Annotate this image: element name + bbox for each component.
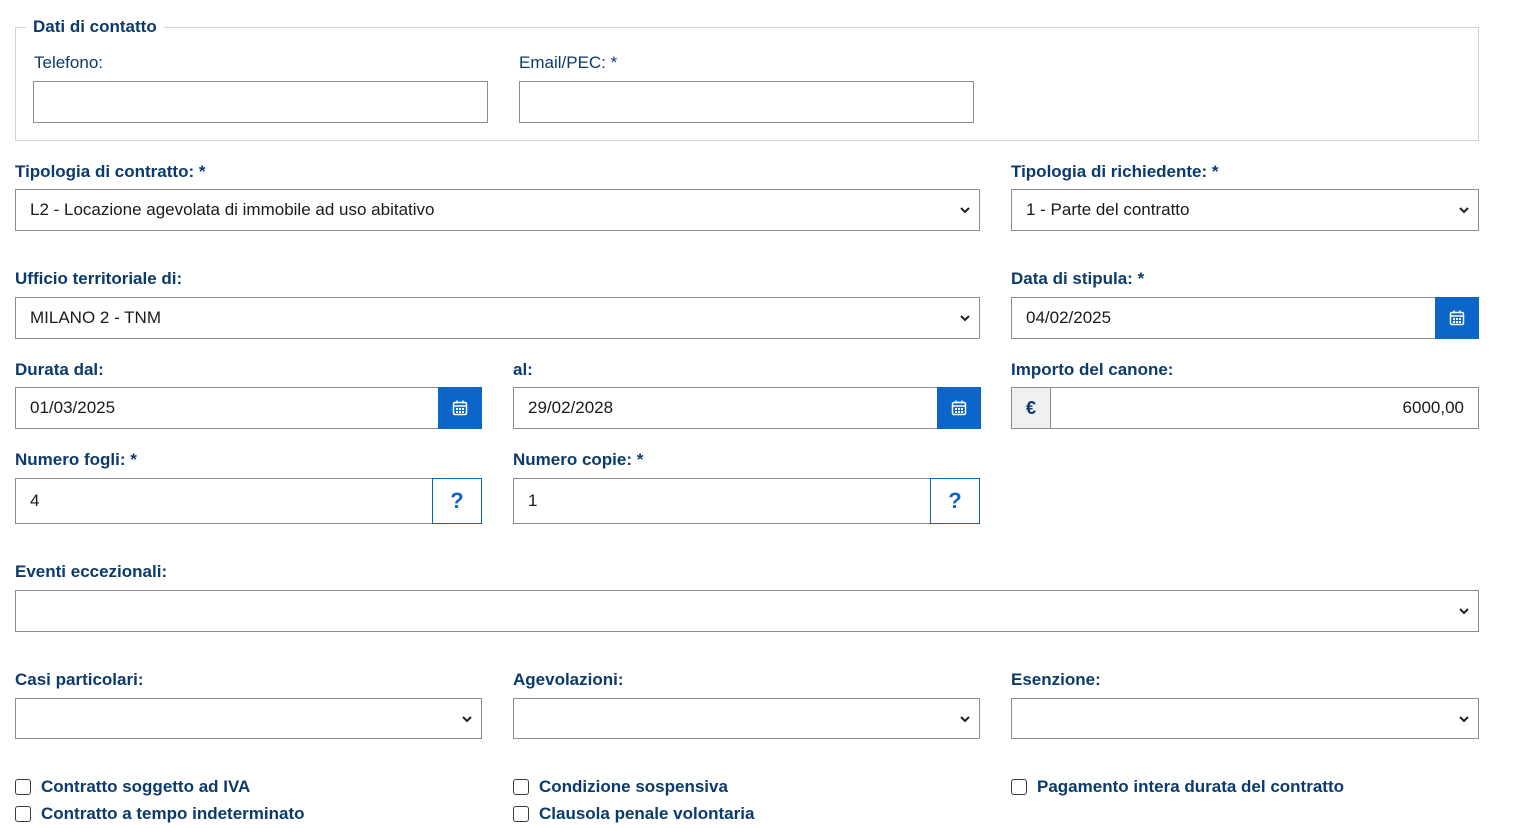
indeterminato-checkbox[interactable] bbox=[15, 806, 31, 822]
chevron-down-icon bbox=[462, 715, 472, 722]
esenzione-label: Esenzione: bbox=[1011, 670, 1101, 689]
durata-dal-label: Durata dal: bbox=[15, 360, 104, 379]
chevron-down-icon bbox=[1459, 608, 1469, 615]
casi-select[interactable] bbox=[15, 698, 482, 739]
iva-checkbox[interactable] bbox=[15, 779, 31, 795]
tipologia-richiedente-select[interactable]: 1 - Parte del contratto bbox=[1011, 189, 1479, 231]
chevron-down-icon bbox=[1459, 207, 1469, 214]
canone-label: Importo del canone: bbox=[1011, 360, 1174, 379]
eventi-select[interactable] bbox=[15, 590, 1479, 632]
ufficio-label: Ufficio territoriale di: bbox=[15, 269, 183, 288]
eventi-label: Eventi eccezionali: bbox=[15, 562, 168, 581]
numero-fogli-input[interactable]: 4 bbox=[15, 478, 433, 524]
penale-checkbox[interactable] bbox=[513, 806, 529, 822]
tipologia-richiedente-label: Tipologia di richiedente: * bbox=[1011, 162, 1219, 181]
durata-al-input[interactable]: 29/02/2028 bbox=[513, 387, 938, 429]
email-input[interactable] bbox=[519, 81, 974, 123]
telefono-label: Telefono: bbox=[34, 53, 103, 72]
calendar-icon bbox=[951, 400, 967, 416]
data-stipula-calendar-button[interactable] bbox=[1435, 297, 1479, 339]
sospensiva-checkbox[interactable] bbox=[513, 779, 529, 795]
casi-label: Casi particolari: bbox=[15, 670, 144, 689]
tipologia-contratto-label: Tipologia di contratto: * bbox=[15, 162, 206, 181]
ufficio-select[interactable]: MILANO 2 - TNM bbox=[15, 297, 980, 339]
indeterminato-checkbox-label[interactable]: Contratto a tempo indeterminato bbox=[41, 804, 305, 824]
chevron-down-icon bbox=[960, 715, 970, 722]
tipologia-richiedente-value: 1 - Parte del contratto bbox=[1026, 200, 1190, 219]
durata-al-calendar-button[interactable] bbox=[937, 387, 981, 429]
iva-checkbox-label[interactable]: Contratto soggetto ad IVA bbox=[41, 777, 250, 797]
numero-copie-input[interactable]: 1 bbox=[513, 478, 931, 524]
calendar-icon bbox=[452, 400, 468, 416]
pagamento-checkbox-label[interactable]: Pagamento intera durata del contratto bbox=[1037, 777, 1344, 797]
durata-dal-calendar-button[interactable] bbox=[438, 387, 482, 429]
calendar-icon bbox=[1449, 310, 1465, 326]
agevolazioni-label: Agevolazioni: bbox=[513, 670, 624, 689]
chevron-down-icon bbox=[1459, 715, 1469, 722]
numero-fogli-help-button[interactable]: ? bbox=[432, 478, 482, 524]
pagamento-checkbox[interactable] bbox=[1011, 779, 1027, 795]
telefono-input[interactable] bbox=[33, 81, 488, 123]
durata-al-label: al: bbox=[513, 360, 533, 379]
chevron-down-icon bbox=[960, 315, 970, 322]
esenzione-select[interactable] bbox=[1011, 698, 1479, 739]
sospensiva-checkbox-label[interactable]: Condizione sospensiva bbox=[539, 777, 728, 797]
contact-legend: Dati di contatto bbox=[26, 17, 164, 37]
durata-dal-input[interactable]: 01/03/2025 bbox=[15, 387, 439, 429]
data-stipula-input[interactable]: 04/02/2025 bbox=[1011, 297, 1436, 339]
tipologia-contratto-select[interactable]: L2 - Locazione agevolata di immobile ad … bbox=[15, 189, 980, 231]
data-stipula-label: Data di stipula: * bbox=[1011, 269, 1145, 288]
tipologia-contratto-value: L2 - Locazione agevolata di immobile ad … bbox=[30, 200, 435, 219]
agevolazioni-select[interactable] bbox=[513, 698, 980, 739]
canone-input[interactable]: 6000,00 bbox=[1050, 387, 1479, 429]
numero-copie-help-button[interactable]: ? bbox=[930, 478, 980, 524]
numero-copie-label: Numero copie: * bbox=[513, 450, 644, 469]
ufficio-value: MILANO 2 - TNM bbox=[30, 308, 161, 327]
chevron-down-icon bbox=[960, 207, 970, 214]
penale-checkbox-label[interactable]: Clausola penale volontaria bbox=[539, 804, 754, 824]
numero-fogli-label: Numero fogli: * bbox=[15, 450, 137, 469]
euro-addon: € bbox=[1011, 387, 1051, 429]
email-label: Email/PEC: * bbox=[519, 53, 618, 72]
